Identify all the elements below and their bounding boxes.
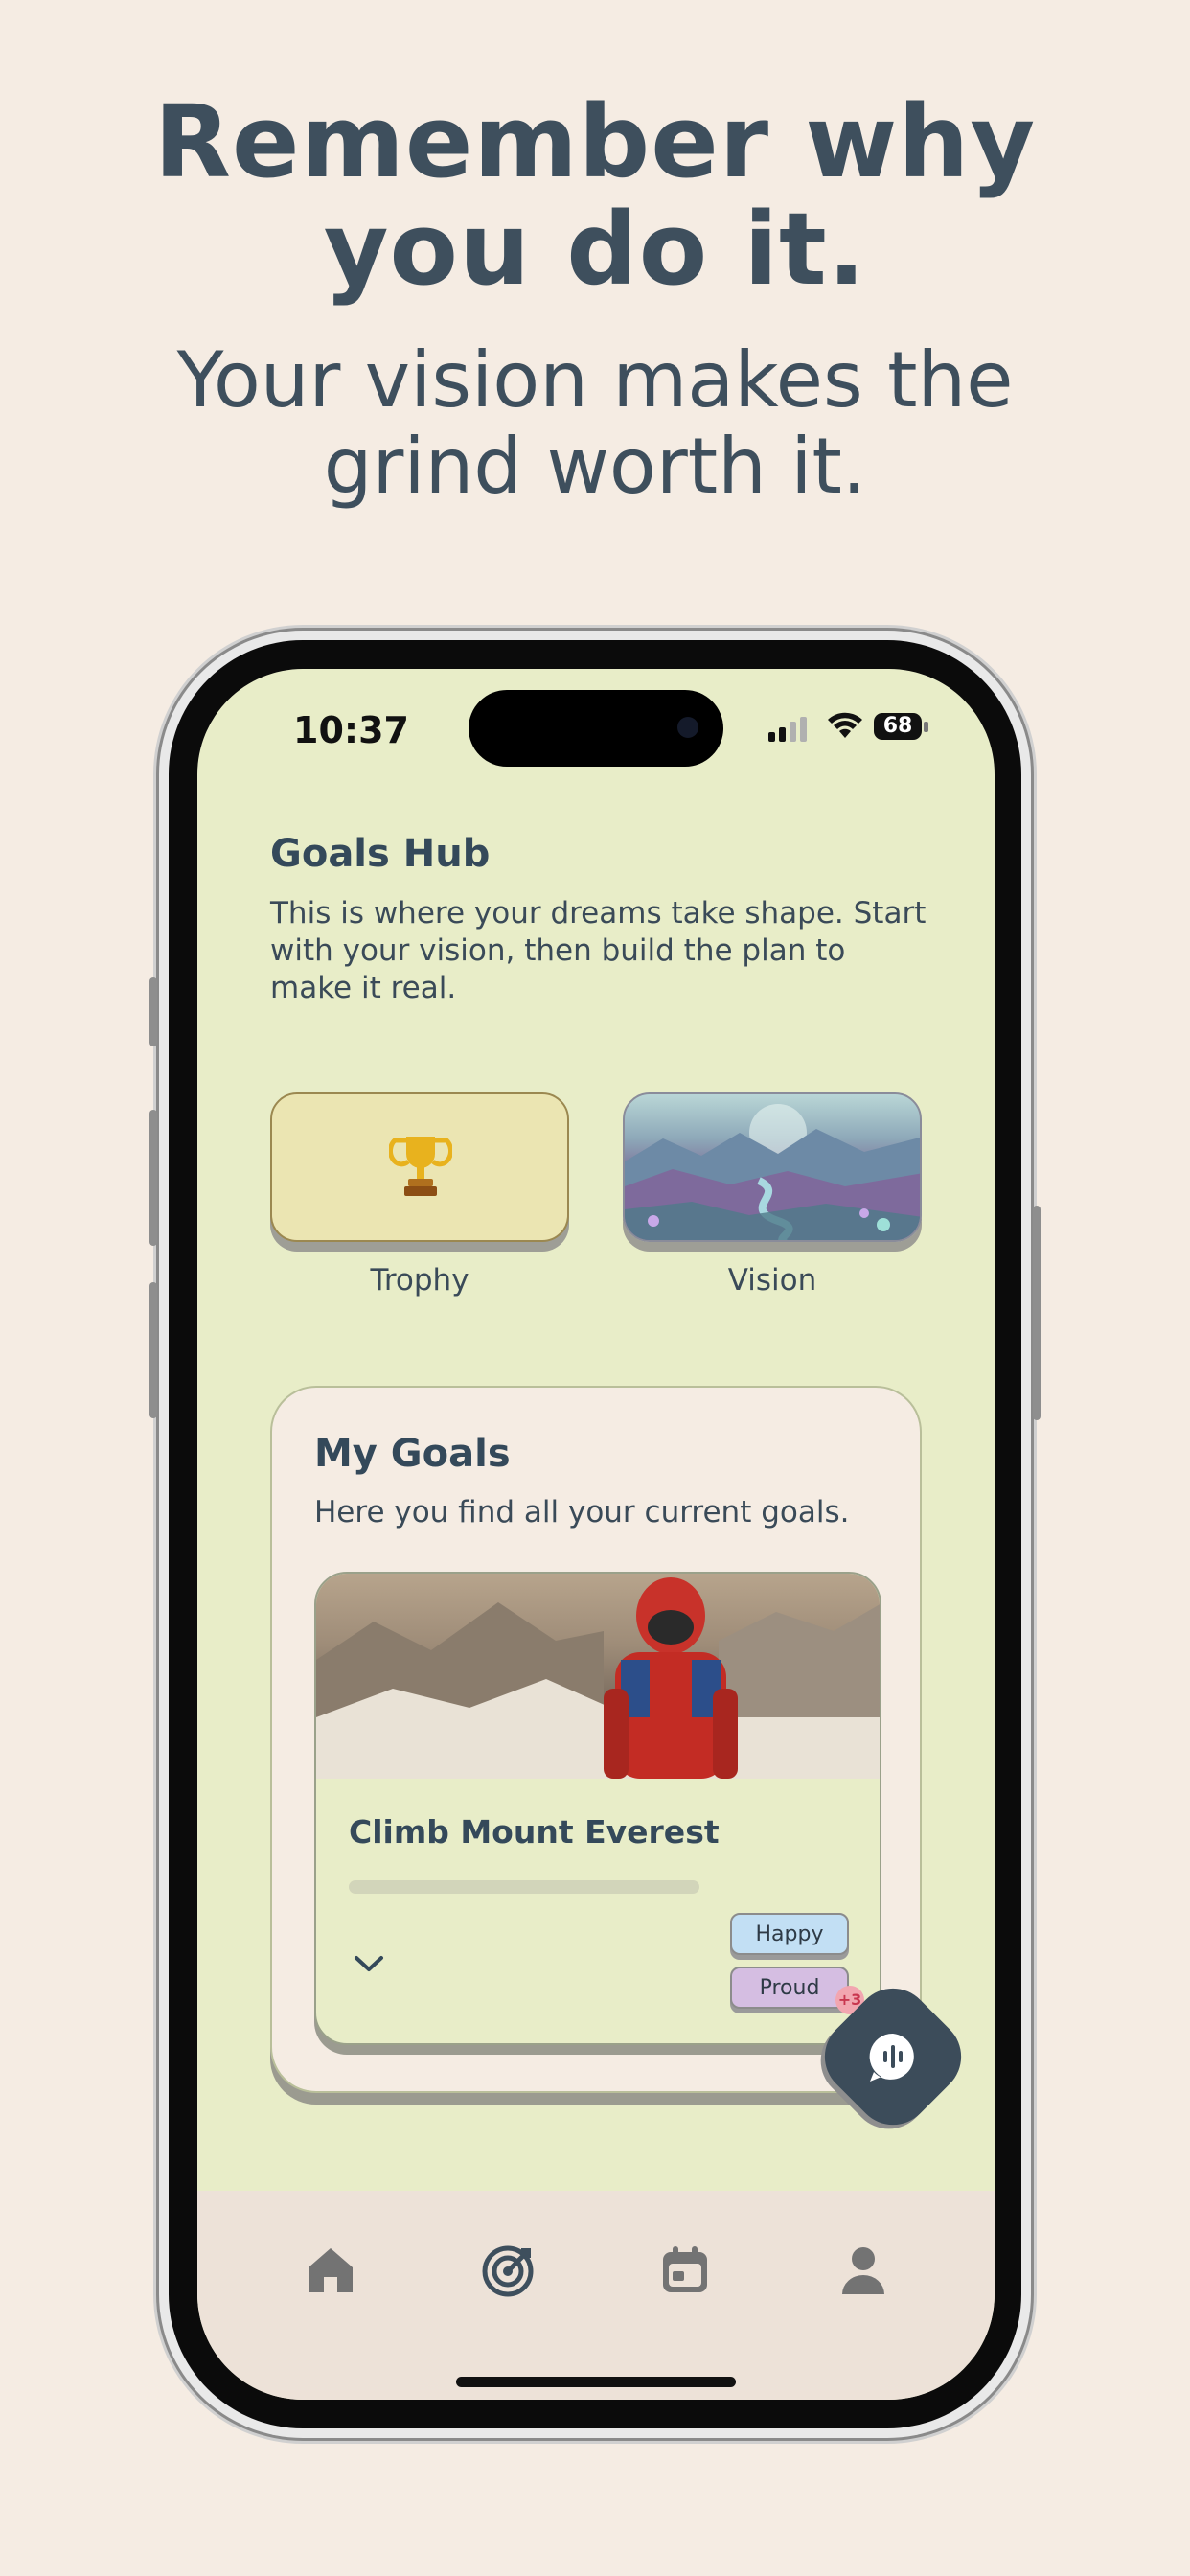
page-title: Goals Hub: [270, 832, 491, 876]
promo-subline-line2: grind worth it.: [323, 422, 867, 511]
volume-up-button: [149, 1110, 157, 1246]
home-icon[interactable]: [305, 2244, 356, 2296]
cellular-signal-icon: [768, 717, 807, 742]
everest-climber-image: [316, 1577, 880, 1779]
promo-subline: Your vision makes the grind worth it.: [0, 337, 1190, 510]
target-icon[interactable]: [481, 2244, 535, 2298]
promo-headline-line1: Remember why: [153, 83, 1037, 200]
emotion-tag-proud: Proud: [730, 1966, 849, 2009]
promo-subline-line1: Your vision makes the: [176, 335, 1014, 425]
trophy-icon: [389, 1137, 452, 1196]
mute-switch: [149, 978, 157, 1046]
trophy-tile[interactable]: [270, 1092, 569, 1242]
status-time: 10:37: [293, 709, 409, 751]
vision-tile-label: Vision: [727, 1263, 817, 1298]
tab-bar: [197, 2191, 995, 2400]
trophy-tile-label: Trophy: [370, 1263, 469, 1298]
vision-tile[interactable]: [623, 1092, 922, 1242]
battery-tip: [924, 722, 928, 732]
vision-landscape-image: [625, 1104, 920, 1240]
profile-icon[interactable]: [839, 2244, 887, 2296]
battery-indicator: 68: [874, 713, 922, 740]
goal-image: [316, 1574, 880, 1779]
camera-icon: [677, 717, 698, 738]
my-goals-description: Here you find all your current goals.: [314, 1495, 850, 1530]
promo-headline: Remember why you do it.: [0, 88, 1190, 303]
my-goals-card: My Goals Here you find all your current …: [270, 1386, 922, 2093]
promo-headline-line2: you do it.: [323, 191, 867, 308]
my-goals-title: My Goals: [314, 1432, 511, 1476]
home-indicator: [456, 2377, 736, 2387]
dynamic-island: [469, 690, 723, 767]
chevron-down-icon[interactable]: [353, 1953, 385, 1974]
wifi-icon: [828, 712, 862, 738]
phone-screen: 10:37 68 Goals Hub This is where your dr…: [197, 669, 995, 2400]
volume-down-button: [149, 1282, 157, 1418]
page-description: This is where your dreams take shape. St…: [270, 896, 927, 1005]
goal-card[interactable]: Climb Mount Everest Happy Proud +3: [314, 1572, 881, 2045]
goal-name: Climb Mount Everest: [349, 1813, 720, 1851]
voice-chat-icon: [869, 2033, 914, 2082]
emotion-tag-happy: Happy: [730, 1913, 849, 1955]
power-button: [1033, 1206, 1041, 1420]
goal-progress-bar: [349, 1880, 699, 1894]
calendar-icon[interactable]: [659, 2244, 711, 2296]
